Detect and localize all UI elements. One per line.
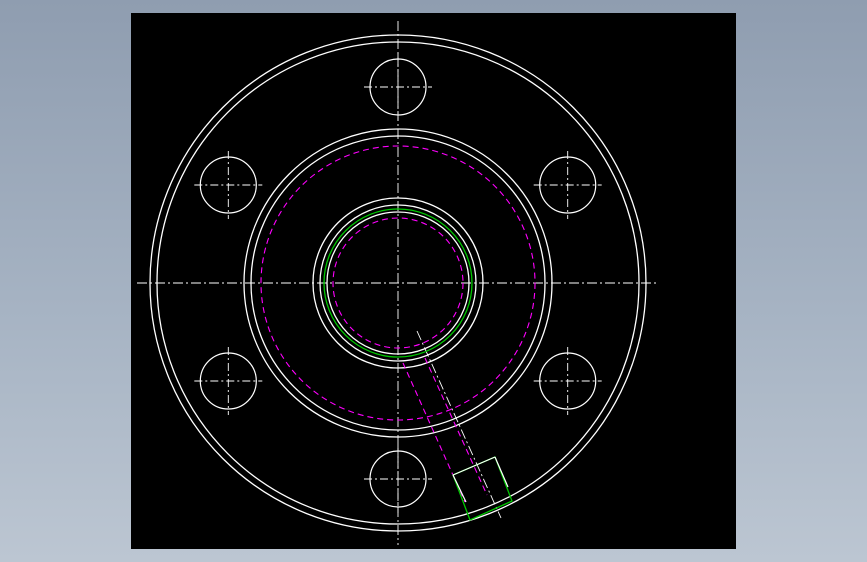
port-thread-outline	[452, 456, 513, 521]
port-top-edge	[452, 456, 496, 476]
port-outer-edge-left	[452, 474, 467, 503]
flange-drawing	[137, 21, 659, 545]
port-hidden-edge-right	[424, 357, 488, 496]
port-outer-edge-right	[494, 456, 509, 488]
cad-viewport[interactable]	[131, 13, 736, 549]
thread-lines	[323, 208, 513, 521]
